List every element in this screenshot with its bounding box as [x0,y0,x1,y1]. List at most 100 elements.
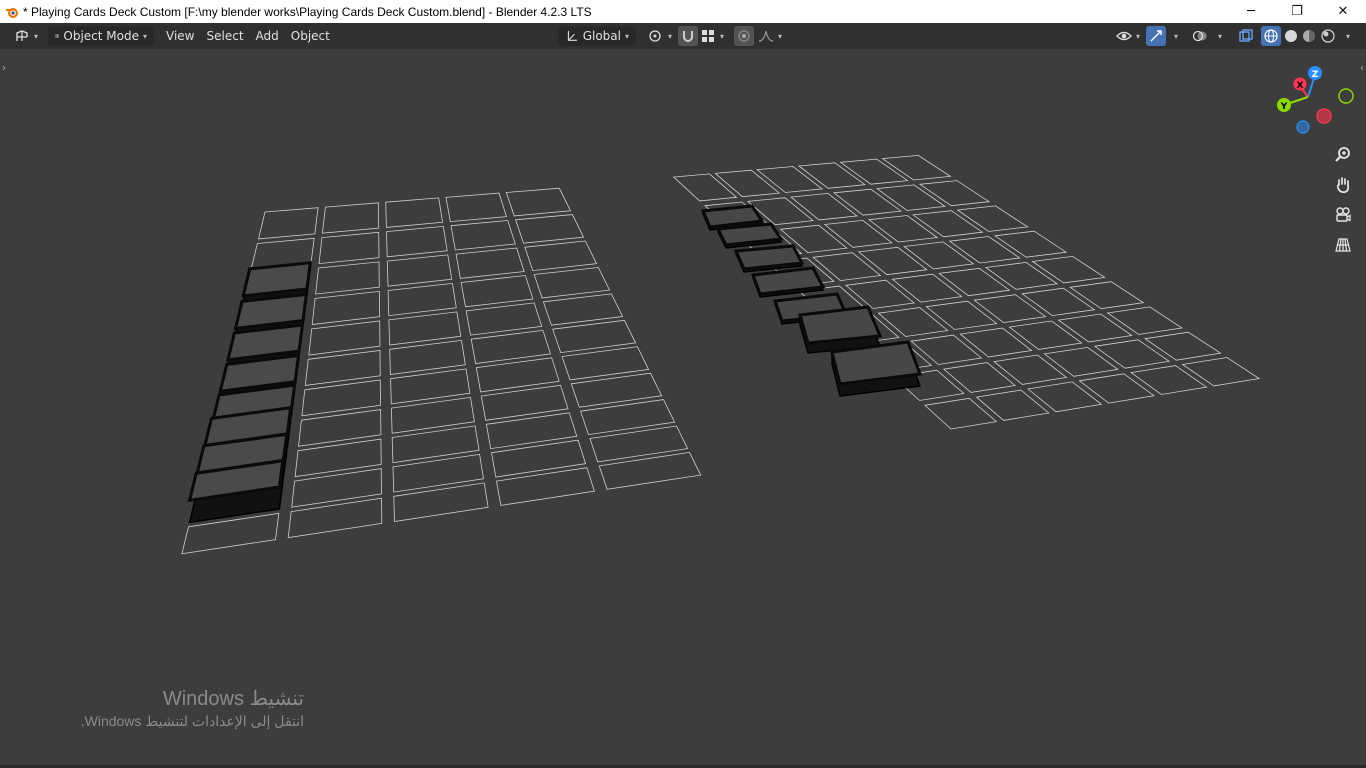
gizmo-arrows-icon [1150,30,1162,42]
viewport-header: ▾ Object Mode ▾ View Select Add Object G… [0,23,1366,49]
card-slot-outline [789,192,859,221]
menu-view[interactable]: View [160,26,200,46]
pan-button[interactable] [1330,172,1356,198]
card-slot-outline [910,334,983,365]
card-slot-outline [515,214,585,244]
windows-activation-watermark: تنشيط Windows انتقل إلى الإعدادات لتنشيط… [81,687,304,731]
xray-icon [1239,29,1253,42]
card-slot-outline [311,290,381,325]
card-slot-outline [1144,331,1222,361]
card-slot-outline [301,379,381,417]
card-slot-outline [491,439,587,478]
card-slot-outline [839,158,909,185]
card-slot-outline [877,307,949,337]
neg-y-axis-handle[interactable] [1338,88,1354,104]
card-slot-outline [948,236,1021,264]
neg-z-axis-handle[interactable] [1296,120,1310,134]
card-slot-outline [291,468,382,508]
close-button[interactable]: ✕ [1320,0,1366,23]
grid-perspective-icon [1335,238,1351,252]
material-sphere-icon [1303,30,1315,42]
card-slot-outline [1027,381,1103,413]
card-slot-outline [524,240,598,272]
camera-icon [1336,207,1351,222]
menu-add[interactable]: Add [250,26,285,46]
card-slot-outline [832,188,903,216]
shading-dropdown[interactable]: ▾ [1338,26,1354,46]
z-axis-label: Z [1312,70,1319,80]
editor-type-icon [16,30,28,41]
menu-object[interactable]: Object [285,26,336,46]
orientation-axes-icon [567,30,577,41]
card-slot-outline [496,467,595,506]
perspective-toggle-button[interactable] [1330,232,1356,258]
proportional-edit-toggle[interactable] [734,26,754,46]
solid-sphere-icon [1285,30,1297,42]
card-slot-outline [542,293,624,326]
window-title: * Playing Cards Deck Custom [F:\my blend… [23,4,592,19]
visibility-dropdown[interactable]: ▾ [1110,26,1146,46]
snap-target-dropdown[interactable]: ▾ [698,26,726,46]
mode-dropdown[interactable]: Object Mode ▾ [48,26,155,46]
sidebar-expand-icon[interactable]: ‹ [1360,63,1364,74]
card-slot-outline [445,192,508,223]
card-slot-outline [318,231,380,265]
navigation-gizmo[interactable]: Z X Y [1272,63,1360,137]
zoom-icon [1335,147,1350,162]
maximize-button[interactable]: ❐ [1274,0,1320,23]
gizmo-dropdown[interactable]: ▾ [1166,26,1182,46]
chevron-down-icon: ▾ [1346,31,1351,41]
card-slot-outline [386,225,448,258]
menu-select[interactable]: Select [201,26,250,46]
card-slot-outline [812,252,882,282]
card-slot-outline [867,215,939,243]
card-slot-outline [1069,281,1145,310]
shading-solid-button[interactable] [1281,26,1301,46]
card-slot-outline [470,329,552,364]
chevron-down-icon: ▾ [778,31,783,41]
card-slot-outline [393,482,489,522]
selected-card-stack [187,204,923,524]
3d-viewport[interactable]: › ‹ Z X Y تنشيط Windows انتقل إلى الإعدا… [0,49,1366,765]
card-slot-outline [1093,339,1171,369]
card-slot-outline [857,246,928,276]
overlays-icon [1192,30,1207,42]
card-slot-outline [257,207,319,240]
overlays-dropdown[interactable]: ▾ [1210,26,1226,46]
chevron-down-icon: ▾ [720,31,725,41]
card-slot-outline [924,397,998,430]
card-slot-outline [505,187,572,217]
falloff-dropdown[interactable]: ▾ [756,26,784,46]
chevron-down-icon: ▾ [34,31,39,41]
overlays-toggle[interactable] [1190,26,1210,46]
card-slot-outline [875,184,947,211]
snap-toggle[interactable] [678,26,698,46]
orientation-label: Global [582,29,621,43]
minimize-button[interactable]: ─ [1228,0,1274,23]
card-slot-outline [714,169,781,198]
toolbar-expand-icon[interactable]: › [2,63,6,74]
pivot-point-dropdown[interactable]: ▾ [642,26,678,46]
proportional-icon [738,30,750,42]
gizmo-toggle[interactable] [1146,26,1166,46]
neg-x-axis-handle[interactable] [1316,108,1332,124]
card-slot-outline [881,154,952,181]
card-slot-outline [942,362,1017,393]
rendered-sphere-icon [1321,29,1335,43]
chevron-down-icon: ▾ [143,31,148,41]
transform-orientation-dropdown[interactable]: Global ▾ [558,26,636,46]
card-slot-outline [1043,346,1119,377]
camera-view-button[interactable] [1330,202,1356,228]
pivot-icon [649,30,661,42]
card-box-top [241,261,313,298]
card-slot-outline [460,275,534,308]
editor-type-button[interactable]: ▾ [8,26,44,46]
shading-wireframe-button[interactable] [1261,26,1281,46]
magnet-icon [683,31,693,42]
zoom-button[interactable] [1330,142,1356,168]
shading-rendered-button[interactable] [1318,26,1338,46]
xray-toggle[interactable] [1236,26,1256,46]
shading-material-button[interactable] [1299,26,1319,46]
card-slot-outline [1057,313,1133,343]
chevron-down-icon: ▾ [1218,31,1223,41]
